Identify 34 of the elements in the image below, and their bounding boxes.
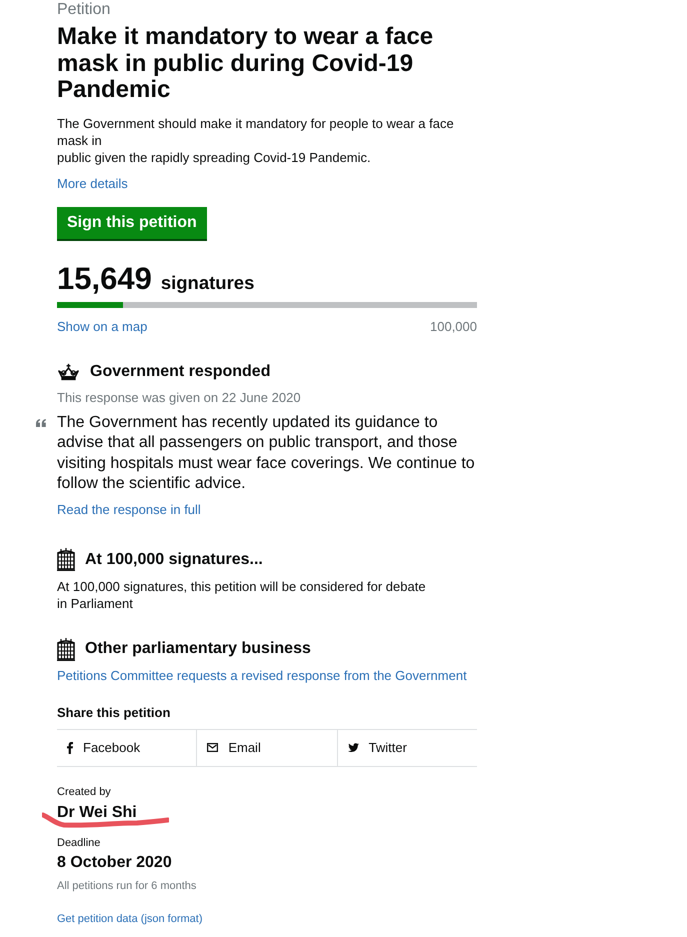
debate-threshold-text: At 100,000 signatures, this petition will be considered for debate in Parliament (57, 578, 427, 612)
share-heading: Share this petition (57, 704, 172, 721)
created-by-label: Created by (57, 784, 112, 798)
signature-count: 15,649 (57, 262, 152, 296)
share-link[interactable]: Email (196, 730, 337, 766)
section-heading: At 100,000 signatures... (85, 550, 263, 570)
more-details-link[interactable]: More details (57, 174, 128, 192)
portcullis-icon (57, 638, 75, 660)
business-link[interactable]: Petitions Committee requests a revised response from the Government (57, 667, 467, 684)
bird-icon (348, 743, 359, 752)
envelope-icon (207, 743, 218, 752)
response-quote: The Government has recently updated its guidance to advise that all passengers on public transport, and those visiting hospitals must wear face coverings. We continue to follow the scientific advice. (57, 412, 476, 494)
share-link[interactable]: Facebook (57, 730, 196, 766)
petition-data-link[interactable]: Get petition data (json format) (57, 912, 203, 924)
facebook-icon (67, 742, 73, 754)
deadline-label: Deadline (57, 836, 102, 850)
section-heading: Government responded (90, 362, 270, 382)
sign-petition-button[interactable]: Sign this petition (57, 207, 207, 241)
portcullis-icon (57, 548, 75, 571)
response-date: This response was given on 22 June 2020 (57, 388, 302, 406)
deadline-date: 8 October 2020 (57, 852, 173, 872)
map-link[interactable]: Show on a map (57, 318, 148, 334)
petition-description: The Government should make it mandatory for people to wear a face mask in public given the rapidly spreading Covid-19 Pandemic. (57, 114, 455, 166)
creator-name: Dr Wei Shi (57, 802, 137, 822)
crown-icon (57, 363, 80, 381)
section-heading: Other parliamentary business (85, 639, 311, 659)
read-response-link[interactable]: Read the response in full (57, 501, 201, 518)
page-kicker: Petition (57, 0, 112, 20)
target-count: 100,000 (430, 318, 477, 334)
share-link[interactable]: Twitter (336, 730, 477, 766)
signature-label: signatures (160, 272, 254, 294)
quotation-mark-icon (36, 418, 46, 426)
deadline-note: All petitions run for 6 months (57, 878, 198, 892)
petition-title: Make it mandatory to wear a face mask in public during Covid-19 Pandemic (57, 24, 434, 104)
